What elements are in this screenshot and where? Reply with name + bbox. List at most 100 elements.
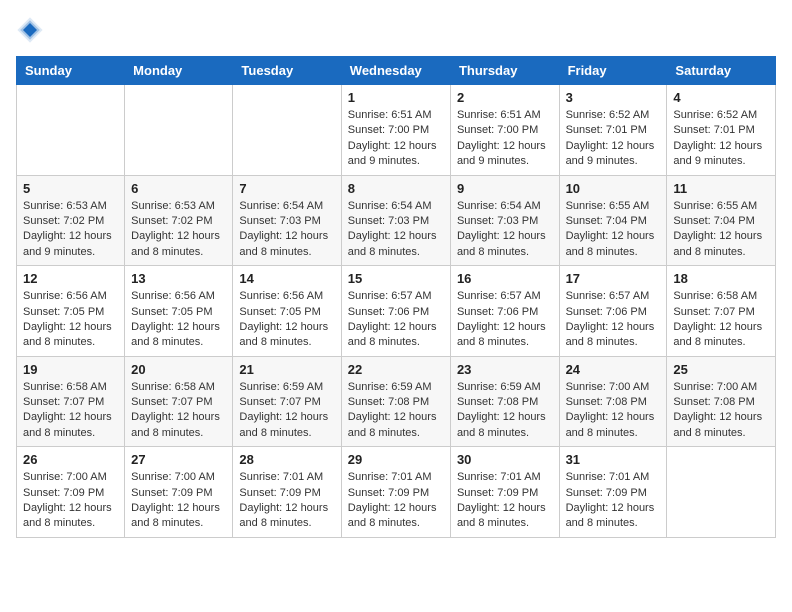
day-number: 18 bbox=[673, 271, 769, 286]
calendar-cell: 13 Sunrise: 6:56 AM Sunset: 7:05 PM Dayli… bbox=[125, 266, 233, 357]
calendar-cell: 15 Sunrise: 6:57 AM Sunset: 7:06 PM Dayli… bbox=[341, 266, 450, 357]
day-header-thursday: Thursday bbox=[450, 57, 559, 85]
calendar-cell bbox=[233, 85, 341, 176]
day-number: 17 bbox=[566, 271, 661, 286]
day-info: Sunrise: 6:55 AM Sunset: 7:04 PM Dayligh… bbox=[673, 199, 769, 261]
calendar-cell: 2 Sunrise: 6:51 AM Sunset: 7:00 PM Daylig… bbox=[450, 85, 559, 176]
logo bbox=[16, 16, 48, 44]
day-info: Sunrise: 7:00 AM Sunset: 7:09 PM Dayligh… bbox=[23, 470, 118, 532]
day-info: Sunrise: 7:00 AM Sunset: 7:08 PM Dayligh… bbox=[673, 380, 769, 442]
calendar-cell: 24 Sunrise: 7:00 AM Sunset: 7:08 PM Dayli… bbox=[559, 356, 667, 447]
logo-icon bbox=[16, 16, 44, 44]
day-number: 15 bbox=[348, 271, 444, 286]
page-header bbox=[16, 16, 776, 44]
day-info: Sunrise: 6:59 AM Sunset: 7:07 PM Dayligh… bbox=[239, 380, 334, 442]
day-header-monday: Monday bbox=[125, 57, 233, 85]
day-info: Sunrise: 6:56 AM Sunset: 7:05 PM Dayligh… bbox=[131, 289, 226, 351]
day-info: Sunrise: 7:01 AM Sunset: 7:09 PM Dayligh… bbox=[348, 470, 444, 532]
calendar-cell: 4 Sunrise: 6:52 AM Sunset: 7:01 PM Daylig… bbox=[667, 85, 776, 176]
day-number: 27 bbox=[131, 452, 226, 467]
day-number: 25 bbox=[673, 362, 769, 377]
day-number: 19 bbox=[23, 362, 118, 377]
day-header-wednesday: Wednesday bbox=[341, 57, 450, 85]
day-info: Sunrise: 6:52 AM Sunset: 7:01 PM Dayligh… bbox=[673, 108, 769, 170]
day-info: Sunrise: 6:52 AM Sunset: 7:01 PM Dayligh… bbox=[566, 108, 661, 170]
day-info: Sunrise: 7:00 AM Sunset: 7:09 PM Dayligh… bbox=[131, 470, 226, 532]
day-number: 9 bbox=[457, 181, 553, 196]
day-number: 14 bbox=[239, 271, 334, 286]
calendar-cell: 5 Sunrise: 6:53 AM Sunset: 7:02 PM Daylig… bbox=[17, 175, 125, 266]
week-row-3: 12 Sunrise: 6:56 AM Sunset: 7:05 PM Dayli… bbox=[17, 266, 776, 357]
header-row: SundayMondayTuesdayWednesdayThursdayFrid… bbox=[17, 57, 776, 85]
week-row-5: 26 Sunrise: 7:00 AM Sunset: 7:09 PM Dayli… bbox=[17, 447, 776, 538]
day-number: 16 bbox=[457, 271, 553, 286]
day-info: Sunrise: 6:58 AM Sunset: 7:07 PM Dayligh… bbox=[23, 380, 118, 442]
calendar-cell: 3 Sunrise: 6:52 AM Sunset: 7:01 PM Daylig… bbox=[559, 85, 667, 176]
day-info: Sunrise: 6:57 AM Sunset: 7:06 PM Dayligh… bbox=[566, 289, 661, 351]
day-info: Sunrise: 6:51 AM Sunset: 7:00 PM Dayligh… bbox=[457, 108, 553, 170]
day-number: 30 bbox=[457, 452, 553, 467]
calendar-table: SundayMondayTuesdayWednesdayThursdayFrid… bbox=[16, 56, 776, 538]
day-info: Sunrise: 6:54 AM Sunset: 7:03 PM Dayligh… bbox=[457, 199, 553, 261]
day-info: Sunrise: 6:55 AM Sunset: 7:04 PM Dayligh… bbox=[566, 199, 661, 261]
calendar-cell: 23Sunrise: 6:59 AM Sunset: 7:08 PM Dayli… bbox=[450, 356, 559, 447]
calendar-cell: 6 Sunrise: 6:53 AM Sunset: 7:02 PM Daylig… bbox=[125, 175, 233, 266]
calendar-cell: 30 Sunrise: 7:01 AM Sunset: 7:09 PM Dayli… bbox=[450, 447, 559, 538]
day-number: 21 bbox=[239, 362, 334, 377]
calendar-cell: 1Sunrise: 6:51 AM Sunset: 7:00 PM Daylig… bbox=[341, 85, 450, 176]
day-header-friday: Friday bbox=[559, 57, 667, 85]
day-number: 12 bbox=[23, 271, 118, 286]
day-number: 10 bbox=[566, 181, 661, 196]
day-info: Sunrise: 7:00 AM Sunset: 7:08 PM Dayligh… bbox=[566, 380, 661, 442]
day-info: Sunrise: 6:59 AM Sunset: 7:08 PM Dayligh… bbox=[457, 380, 553, 442]
day-info: Sunrise: 6:57 AM Sunset: 7:06 PM Dayligh… bbox=[457, 289, 553, 351]
day-info: Sunrise: 6:57 AM Sunset: 7:06 PM Dayligh… bbox=[348, 289, 444, 351]
calendar-cell: 16 Sunrise: 6:57 AM Sunset: 7:06 PM Dayli… bbox=[450, 266, 559, 357]
day-number: 5 bbox=[23, 181, 118, 196]
day-info: Sunrise: 6:59 AM Sunset: 7:08 PM Dayligh… bbox=[348, 380, 444, 442]
calendar-cell bbox=[125, 85, 233, 176]
day-info: Sunrise: 7:01 AM Sunset: 7:09 PM Dayligh… bbox=[239, 470, 334, 532]
day-number: 8 bbox=[348, 181, 444, 196]
calendar-cell: 28 Sunrise: 7:01 AM Sunset: 7:09 PM Dayli… bbox=[233, 447, 341, 538]
day-info: Sunrise: 6:53 AM Sunset: 7:02 PM Dayligh… bbox=[23, 199, 118, 261]
calendar-cell: 21 Sunrise: 6:59 AM Sunset: 7:07 PM Dayli… bbox=[233, 356, 341, 447]
calendar-cell: 9 Sunrise: 6:54 AM Sunset: 7:03 PM Daylig… bbox=[450, 175, 559, 266]
day-number: 26 bbox=[23, 452, 118, 467]
calendar-cell: 10 Sunrise: 6:55 AM Sunset: 7:04 PM Dayli… bbox=[559, 175, 667, 266]
day-info: Sunrise: 6:53 AM Sunset: 7:02 PM Dayligh… bbox=[131, 199, 226, 261]
day-info: Sunrise: 7:01 AM Sunset: 7:09 PM Dayligh… bbox=[457, 470, 553, 532]
day-info: Sunrise: 6:51 AM Sunset: 7:00 PM Dayligh… bbox=[348, 108, 444, 170]
day-info: Sunrise: 6:54 AM Sunset: 7:03 PM Dayligh… bbox=[239, 199, 334, 261]
week-row-2: 5 Sunrise: 6:53 AM Sunset: 7:02 PM Daylig… bbox=[17, 175, 776, 266]
day-number: 20 bbox=[131, 362, 226, 377]
day-number: 2 bbox=[457, 90, 553, 105]
calendar-cell: 25 Sunrise: 7:00 AM Sunset: 7:08 PM Dayli… bbox=[667, 356, 776, 447]
day-info: Sunrise: 6:54 AM Sunset: 7:03 PM Dayligh… bbox=[348, 199, 444, 261]
calendar-cell: 31 Sunrise: 7:01 AM Sunset: 7:09 PM Dayli… bbox=[559, 447, 667, 538]
calendar-cell: 12Sunrise: 6:56 AM Sunset: 7:05 PM Dayli… bbox=[17, 266, 125, 357]
day-number: 24 bbox=[566, 362, 661, 377]
calendar-cell: 19 Sunrise: 6:58 AM Sunset: 7:07 PM Dayli… bbox=[17, 356, 125, 447]
week-row-1: 1Sunrise: 6:51 AM Sunset: 7:00 PM Daylig… bbox=[17, 85, 776, 176]
calendar-cell bbox=[667, 447, 776, 538]
calendar-cell: 26 Sunrise: 7:00 AM Sunset: 7:09 PM Dayli… bbox=[17, 447, 125, 538]
calendar-cell: 22Sunrise: 6:59 AM Sunset: 7:08 PM Dayli… bbox=[341, 356, 450, 447]
day-number: 6 bbox=[131, 181, 226, 196]
day-info: Sunrise: 7:01 AM Sunset: 7:09 PM Dayligh… bbox=[566, 470, 661, 532]
day-number: 31 bbox=[566, 452, 661, 467]
day-number: 11 bbox=[673, 181, 769, 196]
day-number: 13 bbox=[131, 271, 226, 286]
calendar-cell: 27 Sunrise: 7:00 AM Sunset: 7:09 PM Dayli… bbox=[125, 447, 233, 538]
day-number: 4 bbox=[673, 90, 769, 105]
week-row-4: 19 Sunrise: 6:58 AM Sunset: 7:07 PM Dayli… bbox=[17, 356, 776, 447]
calendar-cell: 20Sunrise: 6:58 AM Sunset: 7:07 PM Dayli… bbox=[125, 356, 233, 447]
calendar-cell: 8 Sunrise: 6:54 AM Sunset: 7:03 PM Daylig… bbox=[341, 175, 450, 266]
calendar-cell: 18Sunrise: 6:58 AM Sunset: 7:07 PM Dayli… bbox=[667, 266, 776, 357]
day-number: 28 bbox=[239, 452, 334, 467]
day-number: 29 bbox=[348, 452, 444, 467]
day-header-tuesday: Tuesday bbox=[233, 57, 341, 85]
day-info: Sunrise: 6:56 AM Sunset: 7:05 PM Dayligh… bbox=[239, 289, 334, 351]
calendar-cell: 14 Sunrise: 6:56 AM Sunset: 7:05 PM Dayli… bbox=[233, 266, 341, 357]
day-number: 3 bbox=[566, 90, 661, 105]
